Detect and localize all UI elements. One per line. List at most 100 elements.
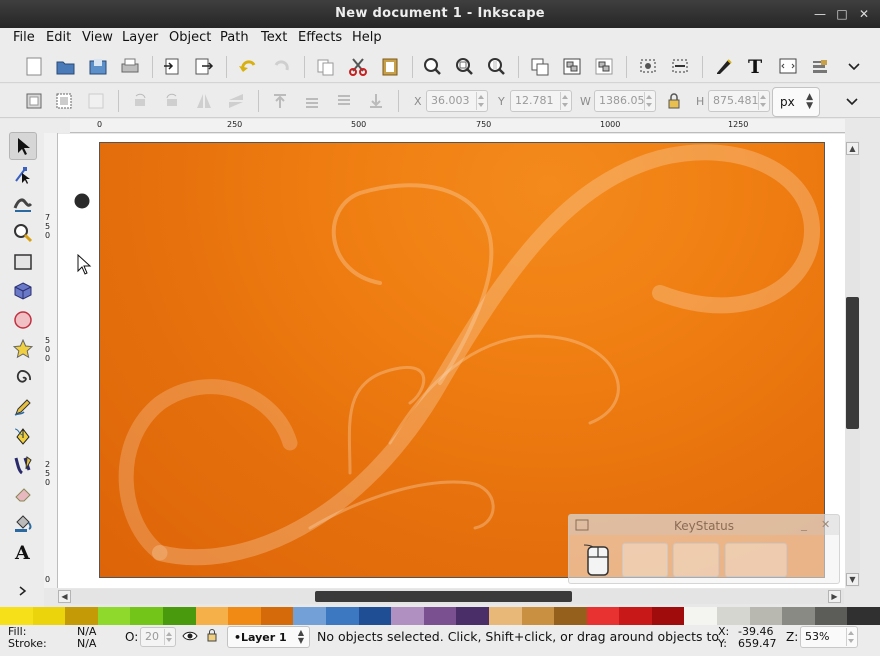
pen-tool[interactable]	[9, 422, 37, 450]
menu-view[interactable]: View	[82, 30, 113, 45]
flip-vertical-icon[interactable]	[224, 89, 248, 113]
toolbar-overflow-icon[interactable]	[840, 89, 864, 113]
minimize-icon[interactable]: —	[812, 6, 828, 22]
star-tool[interactable]	[9, 335, 37, 363]
open-icon[interactable]	[54, 54, 78, 78]
menu-file[interactable]: File	[13, 30, 35, 45]
horizontal-scrollbar[interactable]: ◀ ▶	[58, 589, 844, 604]
palette-swatch[interactable]	[325, 607, 359, 625]
palette-swatch[interactable]	[488, 607, 522, 625]
lower-to-bottom-icon[interactable]	[364, 89, 388, 113]
zoom-tool[interactable]	[9, 219, 37, 247]
menu-help[interactable]: Help	[352, 30, 382, 45]
spiral-tool[interactable]	[9, 364, 37, 392]
palette-swatch[interactable]	[260, 607, 294, 625]
menu-layer[interactable]: Layer	[122, 30, 158, 45]
maximize-icon[interactable]: □	[834, 6, 850, 22]
keystatus-close-icon[interactable]: ✕	[821, 518, 830, 531]
rectangle-tool[interactable]	[9, 248, 37, 276]
keystatus-minimize-icon[interactable]: _	[801, 517, 807, 531]
fill-stroke-icon[interactable]	[636, 54, 660, 78]
menu-text[interactable]: Text	[261, 30, 287, 45]
palette-swatch[interactable]	[521, 607, 555, 625]
vertical-scroll-thumb[interactable]	[846, 297, 859, 429]
palette-swatch[interactable]	[97, 607, 131, 625]
rotate-cw-icon[interactable]	[160, 89, 184, 113]
deselect-icon[interactable]	[84, 89, 108, 113]
stroke-value[interactable]: N/A	[77, 637, 96, 650]
horizontal-ruler[interactable]: 0 250 500 750 1000 1250	[70, 119, 845, 133]
menu-edit[interactable]: Edit	[46, 30, 71, 45]
palette-swatch[interactable]	[749, 607, 783, 625]
tweak-tool[interactable]	[9, 190, 37, 218]
print-icon[interactable]	[118, 54, 142, 78]
palette-swatch[interactable]	[162, 607, 196, 625]
palette-swatch[interactable]	[619, 607, 652, 625]
import-icon[interactable]	[160, 54, 184, 78]
layer-selector[interactable]: •Layer 1 ▲ ▼	[227, 626, 310, 648]
scroll-down-icon[interactable]: ▼	[846, 573, 859, 586]
paste-icon[interactable]	[378, 54, 402, 78]
xml-editor-icon[interactable]	[712, 54, 736, 78]
pencil-tool[interactable]	[9, 393, 37, 421]
menu-effects[interactable]: Effects	[298, 30, 342, 45]
palette-swatch[interactable]	[228, 607, 261, 625]
calligraphy-tool[interactable]	[9, 451, 37, 479]
eye-icon[interactable]	[182, 629, 198, 643]
menu-path[interactable]: Path	[220, 30, 249, 45]
opacity-field[interactable]: 20	[140, 627, 176, 647]
close-icon[interactable]: ✕	[856, 6, 872, 22]
raise-to-top-icon[interactable]	[268, 89, 292, 113]
more-tools-chevron[interactable]	[9, 577, 37, 605]
cut-icon[interactable]	[346, 54, 370, 78]
lock-icon[interactable]	[206, 628, 218, 642]
export-icon[interactable]	[192, 54, 216, 78]
group-icon[interactable]	[560, 54, 584, 78]
palette-swatch[interactable]	[423, 607, 457, 625]
palette-swatch[interactable]	[391, 607, 424, 625]
flip-horizontal-icon[interactable]	[192, 89, 216, 113]
align-icon[interactable]	[668, 54, 692, 78]
palette-swatch[interactable]	[651, 607, 685, 625]
scroll-right-icon[interactable]: ▶	[828, 590, 841, 603]
selector-tool[interactable]	[9, 132, 37, 160]
vertical-ruler[interactable]: 7 5 0 5 0 0 2 5 0 0	[44, 133, 58, 588]
redo-icon[interactable]	[270, 54, 294, 78]
palette-swatch[interactable]	[65, 607, 98, 625]
palette-swatch[interactable]	[814, 607, 848, 625]
x-field[interactable]: 36.003	[426, 90, 488, 112]
raise-icon[interactable]	[300, 89, 324, 113]
palette-swatch[interactable]	[586, 607, 620, 625]
lock-icon[interactable]	[662, 89, 686, 113]
eraser-tool[interactable]	[9, 480, 37, 508]
undo-icon[interactable]	[236, 54, 260, 78]
save-icon[interactable]	[86, 54, 110, 78]
palette-swatch[interactable]	[293, 607, 326, 625]
palette-swatch[interactable]	[358, 607, 392, 625]
ungroup-icon[interactable]	[592, 54, 616, 78]
palette-swatch[interactable]	[684, 607, 718, 625]
palette-swatch[interactable]	[32, 607, 66, 625]
zoom-selection-icon[interactable]	[420, 54, 444, 78]
3d-box-tool[interactable]	[9, 277, 37, 305]
paint-bucket-tool[interactable]	[9, 509, 37, 537]
rotate-ccw-icon[interactable]	[128, 89, 152, 113]
duplicate-icon[interactable]	[528, 54, 552, 78]
y-field[interactable]: 12.781	[510, 90, 572, 112]
vertical-scrollbar[interactable]: ▲ ▼	[845, 141, 860, 587]
select-all-icon[interactable]	[22, 89, 46, 113]
palette-swatch[interactable]	[847, 607, 880, 625]
ellipse-tool[interactable]	[9, 306, 37, 334]
palette-swatch[interactable]	[195, 607, 229, 625]
palette-swatch[interactable]	[456, 607, 489, 625]
document-page[interactable]	[99, 142, 825, 578]
unit-select[interactable]: px ▲ ▼	[772, 87, 820, 117]
menu-object[interactable]: Object	[169, 30, 211, 45]
new-document-icon[interactable]	[22, 54, 46, 78]
lower-icon[interactable]	[332, 89, 356, 113]
keystatus-window[interactable]: KeyStatus _ ✕	[568, 514, 840, 584]
horizontal-scroll-thumb[interactable]	[315, 591, 572, 602]
palette-swatch[interactable]	[782, 607, 815, 625]
h-field[interactable]: 875.481	[708, 90, 770, 112]
node-tool[interactable]	[9, 161, 37, 189]
